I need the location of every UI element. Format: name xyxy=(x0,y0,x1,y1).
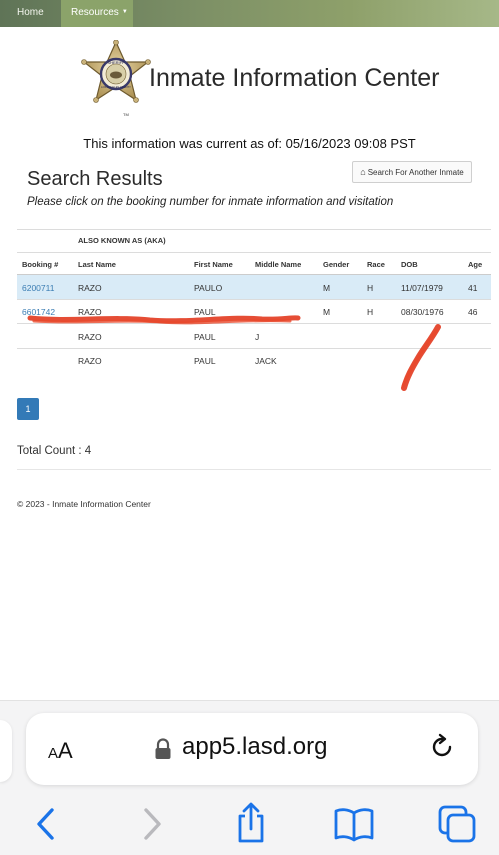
aka-middle-name-cell: J xyxy=(255,332,260,342)
age-cell: 41 xyxy=(468,283,478,293)
col-header-middle-name: Middle Name xyxy=(255,260,302,269)
divider xyxy=(17,469,491,470)
data-currency-notice: This information was current as of: 05/1… xyxy=(83,136,416,151)
col-header-booking: Booking # xyxy=(22,260,59,269)
gender-cell: M xyxy=(323,307,331,317)
share-icon[interactable] xyxy=(234,802,268,844)
text-size-button[interactable]: AA xyxy=(48,738,73,764)
reload-icon[interactable] xyxy=(428,733,456,761)
table-rule xyxy=(17,252,491,253)
lock-icon xyxy=(155,738,171,759)
last-name-cell: RAZO xyxy=(78,283,102,293)
top-navbar: Home Resources ▼ xyxy=(0,0,499,27)
url-text[interactable]: app5.lasd.org xyxy=(182,733,327,761)
bookmarks-icon[interactable] xyxy=(333,806,375,842)
caret-down-icon: ▼ xyxy=(121,9,128,15)
aka-first-name-cell: PAUL xyxy=(194,332,216,342)
svg-text:SHERIFF: SHERIFF xyxy=(107,60,125,65)
table-rule xyxy=(17,323,491,324)
search-another-inmate-button[interactable]: ⌂ Search For Another Inmate xyxy=(352,161,472,183)
col-header-gender: Gender xyxy=(323,260,350,269)
booking-number-link[interactable]: 6601742 xyxy=(22,307,55,317)
back-icon[interactable] xyxy=(34,806,58,842)
col-header-dob: DOB xyxy=(401,260,418,269)
table-rule xyxy=(17,299,491,300)
home-icon: ⌂ xyxy=(360,167,366,177)
forward-icon[interactable] xyxy=(140,806,164,842)
gender-cell: M xyxy=(323,283,331,293)
sheriff-badge-logo: SHERIFF LOS ANGELES COUNTY TM xyxy=(81,40,151,117)
booking-number-link[interactable]: 6200711 xyxy=(22,283,54,293)
col-header-age: Age xyxy=(468,260,483,269)
table-rule xyxy=(17,348,491,349)
search-another-inmate-label: Search For Another Inmate xyxy=(367,168,464,177)
col-header-race: Race xyxy=(367,260,385,269)
dob-cell: 08/30/1976 xyxy=(401,307,444,317)
dob-cell: 11/07/1979 xyxy=(401,283,443,293)
site-title: Inmate Information Center xyxy=(149,64,440,92)
nav-home-link[interactable]: Home xyxy=(17,0,57,27)
aka-last-name-cell: RAZO xyxy=(78,356,102,366)
svg-text:LOS ANGELES COUNTY: LOS ANGELES COUNTY xyxy=(101,85,131,89)
race-cell: H xyxy=(367,307,374,317)
footer-copyright: © 2023 - Inmate Information Center xyxy=(17,499,151,509)
text-size-big-label: A xyxy=(58,738,73,763)
first-name-cell: PAULO xyxy=(194,283,223,293)
search-results-instruction: Please click on the booking number for i… xyxy=(27,196,394,208)
total-count: Total Count : 4 xyxy=(17,445,92,457)
nav-resources-label: Resources xyxy=(71,7,119,18)
text-size-small-label: A xyxy=(48,745,59,762)
race-cell: H xyxy=(367,283,374,293)
col-header-last-name: Last Name xyxy=(78,260,116,269)
first-name-cell: PAUL xyxy=(194,307,216,317)
previous-tab-peek[interactable] xyxy=(0,720,12,782)
aka-middle-name-cell: JACK xyxy=(255,356,277,366)
last-name-cell: RAZO xyxy=(78,307,102,317)
col-header-first-name: First Name xyxy=(194,260,233,269)
aka-last-name-cell: RAZO xyxy=(78,332,102,342)
tabs-icon[interactable] xyxy=(437,804,477,844)
svg-text:TM: TM xyxy=(123,112,129,117)
pagination-page-button[interactable]: 1 xyxy=(17,398,39,420)
nav-resources-dropdown[interactable]: Resources ▼ xyxy=(61,0,133,27)
age-cell: 46 xyxy=(468,307,478,317)
aka-first-name-cell: PAUL xyxy=(194,356,216,366)
table-rule xyxy=(17,229,491,230)
search-results-title: Search Results xyxy=(27,168,163,190)
aka-group-header: ALSO KNOWN AS (AKA) xyxy=(78,236,166,245)
